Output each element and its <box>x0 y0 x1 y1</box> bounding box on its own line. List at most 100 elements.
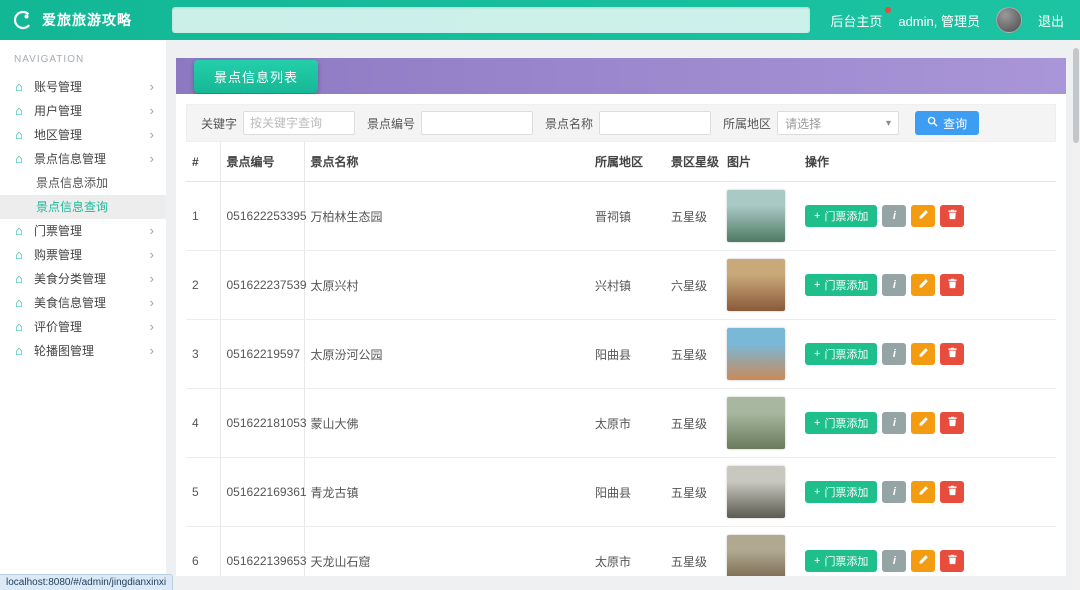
chevron-right-icon: › <box>150 272 154 286</box>
edit-button[interactable] <box>911 550 935 572</box>
info-button[interactable]: i <box>882 274 906 296</box>
pencil-icon <box>918 209 929 223</box>
home-icon: ⌂ <box>12 344 26 358</box>
name-input[interactable] <box>599 111 711 135</box>
sidebar-item-3[interactable]: ⌂ 景点信息管理 › <box>0 147 166 171</box>
brand-title: 爱旅旅游攻略 <box>42 10 132 30</box>
scenic-photo <box>727 190 785 242</box>
plus-icon: + <box>814 279 820 291</box>
logout-link[interactable]: 退出 <box>1038 11 1064 30</box>
sidebar-subitem-label: 景点信息添加 <box>36 176 108 190</box>
magnifier-icon <box>927 116 938 130</box>
sidebar: NAVIGATION ⌂ 账号管理 › ⌂ 用户管理 › ⌂ 地区管理 › ⌂ … <box>0 40 166 590</box>
header-right: 后台主页 admin, 管理员 退出 <box>830 7 1080 33</box>
pencil-icon <box>918 278 929 292</box>
delete-button[interactable] <box>940 550 964 572</box>
edit-button[interactable] <box>911 274 935 296</box>
row-stars: 五星级 <box>665 320 721 389</box>
info-button[interactable]: i <box>882 412 906 434</box>
row-photo-cell <box>721 527 799 577</box>
sidebar-item-2[interactable]: ⌂ 地区管理 › <box>0 123 166 147</box>
sidebar-item-9[interactable]: ⌂ 轮播图管理 › <box>0 339 166 363</box>
info-button[interactable]: i <box>882 343 906 365</box>
region-select[interactable]: 请选择 ▾ <box>777 111 899 135</box>
info-button[interactable]: i <box>882 481 906 503</box>
add-ticket-button[interactable]: + 门票添加 <box>805 343 877 365</box>
row-region: 阳曲县 <box>589 458 665 527</box>
trash-icon <box>947 347 958 361</box>
row-stars: 六星级 <box>665 251 721 320</box>
header-search-input[interactable] <box>172 7 810 33</box>
add-ticket-button[interactable]: + 门票添加 <box>805 412 877 434</box>
sidebar-item-8[interactable]: ⌂ 评价管理 › <box>0 315 166 339</box>
row-index: 4 <box>186 389 220 458</box>
chevron-right-icon: › <box>150 320 154 334</box>
sidebar-item-5[interactable]: ⌂ 购票管理 › <box>0 243 166 267</box>
table-row: 3 05162219597 太原汾河公园 阳曲县 五星级 + 门票添加 i <box>186 320 1056 389</box>
scrollbar-thumb[interactable] <box>1073 48 1079 143</box>
row-actions: + 门票添加 i <box>805 205 1050 227</box>
sidebar-subitem[interactable]: 景点信息添加 <box>0 171 166 195</box>
info-button[interactable]: i <box>882 550 906 572</box>
row-number: 051622169361 <box>220 458 304 527</box>
col-stars: 景区星级 <box>665 142 721 182</box>
table-row: 1 051622253395 万柏林生态园 晋祠镇 五星级 + 门票添加 i <box>186 182 1056 251</box>
user-avatar[interactable] <box>996 7 1022 33</box>
row-stars: 五星级 <box>665 527 721 577</box>
sidebar-subitem[interactable]: 景点信息查询 <box>0 195 166 219</box>
add-ticket-label: 门票添加 <box>824 208 868 224</box>
chevron-right-icon: › <box>150 128 154 142</box>
sidebar-item-0[interactable]: ⌂ 账号管理 › <box>0 75 166 99</box>
row-actions: + 门票添加 i <box>805 481 1050 503</box>
delete-button[interactable] <box>940 481 964 503</box>
add-ticket-button[interactable]: + 门票添加 <box>805 274 877 296</box>
sidebar-item-label: 景点信息管理 <box>34 152 142 166</box>
chevron-right-icon: › <box>150 248 154 262</box>
add-ticket-button[interactable]: + 门票添加 <box>805 481 877 503</box>
edit-button[interactable] <box>911 412 935 434</box>
row-region: 晋祠镇 <box>589 182 665 251</box>
list-title-button[interactable]: 景点信息列表 <box>194 60 318 93</box>
delete-button[interactable] <box>940 274 964 296</box>
sidebar-item-1[interactable]: ⌂ 用户管理 › <box>0 99 166 123</box>
number-input[interactable] <box>421 111 533 135</box>
keyword-input[interactable] <box>243 111 355 135</box>
add-ticket-label: 门票添加 <box>824 484 868 500</box>
add-ticket-button[interactable]: + 门票添加 <box>805 550 877 572</box>
notification-dot-icon <box>885 7 891 13</box>
sidebar-item-4[interactable]: ⌂ 门票管理 › <box>0 219 166 243</box>
pencil-icon <box>918 554 929 568</box>
sidebar-item-6[interactable]: ⌂ 美食分类管理 › <box>0 267 166 291</box>
backend-home-link[interactable]: 后台主页 <box>830 11 882 30</box>
row-index: 5 <box>186 458 220 527</box>
edit-button[interactable] <box>911 343 935 365</box>
edit-button[interactable] <box>911 481 935 503</box>
search-button-label: 查询 <box>943 115 967 132</box>
plus-icon: + <box>814 210 820 222</box>
delete-button[interactable] <box>940 412 964 434</box>
home-icon: ⌂ <box>12 152 26 166</box>
row-actions-cell: + 门票添加 i <box>799 458 1056 527</box>
chevron-right-icon: › <box>150 80 154 94</box>
row-name: 天龙山石窟 <box>304 527 589 577</box>
delete-button[interactable] <box>940 343 964 365</box>
add-ticket-label: 门票添加 <box>824 277 868 293</box>
table-row: 6 051622139653 天龙山石窟 太原市 五星级 + 门票添加 i <box>186 527 1056 577</box>
row-actions: + 门票添加 i <box>805 550 1050 572</box>
row-index: 6 <box>186 527 220 577</box>
edit-button[interactable] <box>911 205 935 227</box>
add-ticket-button[interactable]: + 门票添加 <box>805 205 877 227</box>
info-button[interactable]: i <box>882 205 906 227</box>
row-name: 蒙山大佛 <box>304 389 589 458</box>
scenic-table: # 景点编号 景点名称 所属地区 景区星级 图片 操作 1 0516222533… <box>186 142 1056 576</box>
row-region: 兴村镇 <box>589 251 665 320</box>
scenic-photo <box>727 535 785 576</box>
row-actions-cell: + 门票添加 i <box>799 389 1056 458</box>
table-row: 2 051622237539 太原兴村 兴村镇 六星级 + 门票添加 i <box>186 251 1056 320</box>
row-actions: + 门票添加 i <box>805 274 1050 296</box>
delete-button[interactable] <box>940 205 964 227</box>
row-number: 051622139653 <box>220 527 304 577</box>
row-photo-cell <box>721 320 799 389</box>
search-button[interactable]: 查询 <box>915 111 979 135</box>
sidebar-item-7[interactable]: ⌂ 美食信息管理 › <box>0 291 166 315</box>
